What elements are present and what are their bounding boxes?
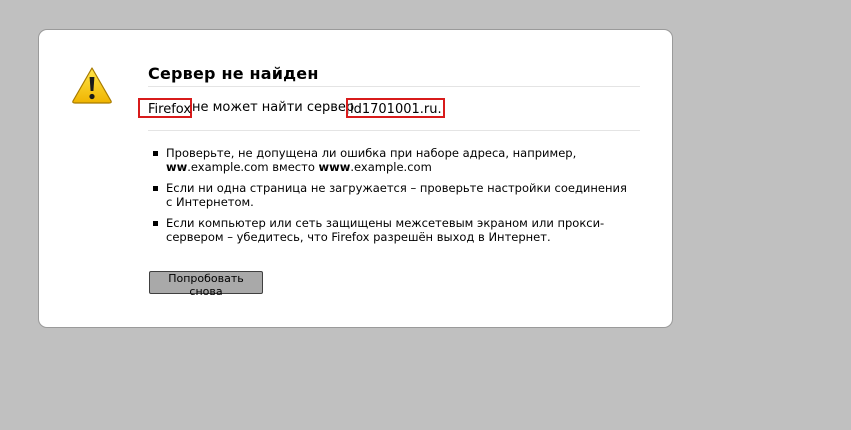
example-good-prefix: www (318, 159, 351, 174)
warning-icon (72, 67, 112, 104)
suggestion-text: Если ни одна страница не загружается – п… (166, 181, 627, 209)
example-bad-domain: .example.com (187, 159, 269, 174)
error-page-container: Сервер не найден Firefox не может найти … (38, 29, 673, 328)
app-name-highlight: Firefox (138, 98, 192, 118)
page-title: Сервер не найден (148, 64, 640, 87)
example-bad-prefix: ww (166, 159, 188, 174)
hostname-highlight: id1701001.ru. (346, 98, 445, 118)
error-message: Firefox не может найти сервер id1701001.… (138, 98, 640, 131)
suggestion-item: Если компьютер или сеть защищены межсете… (153, 216, 636, 244)
suggestion-text: Проверьте, не допущена ли ошибка при наб… (166, 146, 577, 160)
suggestion-item: Проверьте, не допущена ли ошибка при наб… (153, 146, 636, 174)
try-again-button[interactable]: Попробовать снова (149, 271, 263, 298)
example-good-domain: .example.com (350, 159, 432, 174)
suggestion-item: Если ни одна страница не загружается – п… (153, 181, 636, 209)
example-instead: вместо (268, 159, 319, 174)
suggestion-text: Если компьютер или сеть защищены межсете… (166, 216, 605, 244)
suggestions-list: Проверьте, не допущена ли ошибка при наб… (152, 146, 636, 252)
message-text: не может найти сервер (192, 100, 355, 115)
